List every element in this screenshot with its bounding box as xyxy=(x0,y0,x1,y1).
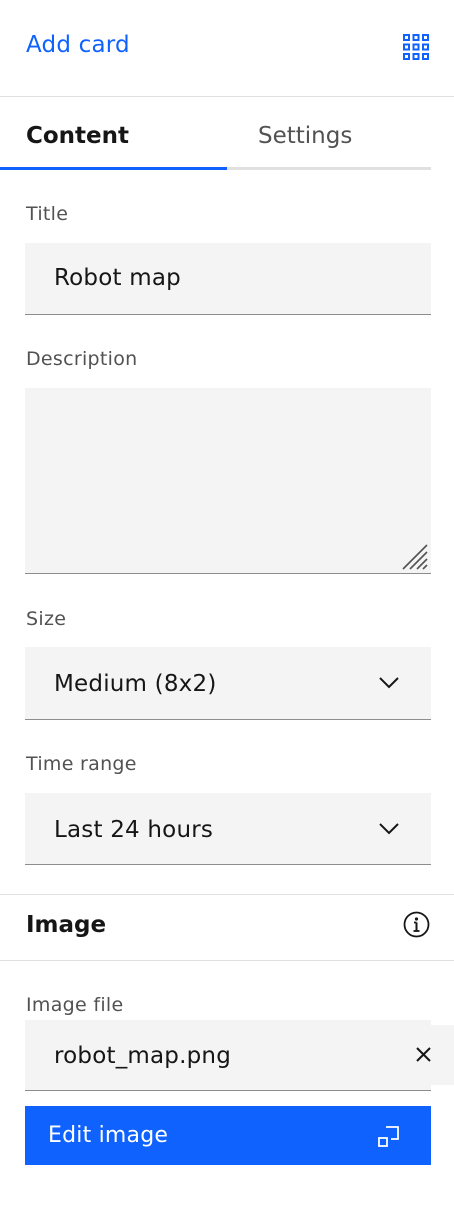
time-range-label: Time range xyxy=(26,753,137,775)
image-file-label: Image file xyxy=(26,994,124,1016)
description-label: Description xyxy=(26,348,138,370)
panel-header: Add card xyxy=(0,0,454,97)
image-file-field: robot_map.png xyxy=(25,1020,431,1091)
add-card-link[interactable]: Add card xyxy=(26,32,130,58)
title-input-value: Robot map xyxy=(54,265,181,291)
section-divider xyxy=(0,894,454,895)
time-range-select-value: Last 24 hours xyxy=(54,817,214,843)
edit-image-button[interactable]: Edit image xyxy=(25,1106,431,1165)
section-divider xyxy=(0,960,454,961)
app-grid-icon[interactable] xyxy=(403,34,429,60)
clear-file-button[interactable] xyxy=(406,1025,454,1085)
chevron-down-icon xyxy=(379,677,399,689)
tab-list: Content Settings xyxy=(0,98,431,170)
tab-settings[interactable]: Settings xyxy=(227,98,431,170)
close-icon xyxy=(416,1047,431,1062)
image-section-title: Image xyxy=(26,912,107,938)
launch-icon xyxy=(378,1126,399,1147)
edit-image-label: Edit image xyxy=(48,1123,169,1148)
card-editor-panel: Add card Content Settings Title Robot ma… xyxy=(0,0,454,1210)
chevron-down-icon xyxy=(379,823,399,835)
tab-content[interactable]: Content xyxy=(0,98,227,170)
title-input[interactable]: Robot map xyxy=(25,243,431,315)
size-select-value: Medium (8x2) xyxy=(54,671,217,697)
resize-handle-icon[interactable] xyxy=(401,543,429,571)
information-icon[interactable] xyxy=(403,911,430,938)
title-label: Title xyxy=(26,203,69,225)
description-textarea[interactable] xyxy=(25,388,431,574)
time-range-select[interactable]: Last 24 hours xyxy=(25,793,431,865)
size-label: Size xyxy=(26,608,67,630)
size-select[interactable]: Medium (8x2) xyxy=(25,647,431,720)
image-file-name: robot_map.png xyxy=(54,1043,231,1069)
